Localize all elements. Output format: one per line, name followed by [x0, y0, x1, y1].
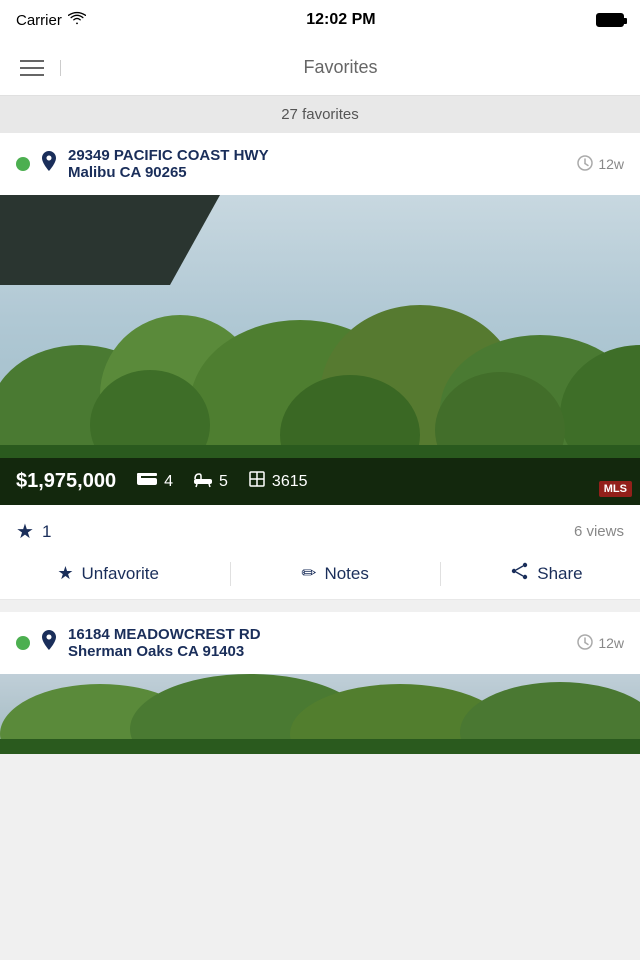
views-stats: ★ 1 6 views — [16, 519, 624, 544]
beds-count: 4 — [164, 473, 173, 491]
battery-icon — [596, 13, 624, 27]
location-icon-2 — [40, 630, 58, 657]
unfavorite-icon: ★ — [57, 563, 73, 584]
active-status-dot-2 — [16, 636, 30, 650]
bath-icon — [193, 470, 213, 493]
status-bar: Carrier 12:02 PM — [0, 0, 640, 40]
action-row-1: ★ 1 6 views ★ Unfavorite ✏ Notes — [0, 505, 640, 600]
share-button[interactable]: Share — [499, 558, 594, 589]
address-line1: 29349 PACIFIC COAST HWY — [68, 147, 567, 164]
property-image-1[interactable]: $1,975,000 4 — [0, 195, 640, 505]
sqft-value: 3615 — [272, 473, 308, 491]
carrier-label: Carrier — [16, 12, 62, 29]
page-title: Favorites — [61, 57, 620, 78]
listing-address-1: 29349 PACIFIC COAST HWY Malibu CA 90265 — [68, 147, 567, 181]
unfavorite-button[interactable]: ★ Unfavorite — [45, 559, 171, 588]
sqft-stat: 3615 — [248, 470, 308, 493]
listing-time-1: 12w — [577, 155, 624, 174]
address-line1-2: 16184 MEADOWCREST RD — [68, 626, 567, 643]
carrier-info: Carrier — [16, 11, 86, 29]
listing-card-1: 29349 PACIFIC COAST HWY Malibu CA 90265 … — [0, 133, 640, 600]
status-time: 12:02 PM — [306, 11, 375, 29]
unfavorite-label: Unfavorite — [81, 564, 158, 584]
beds-stat: 4 — [136, 471, 173, 492]
menu-line — [20, 67, 44, 69]
action-buttons: ★ Unfavorite ✏ Notes — [16, 558, 624, 589]
time-ago-label-2: 12w — [598, 635, 624, 651]
favorite-count: 1 — [42, 522, 51, 542]
action-divider — [230, 562, 231, 586]
time-ago-label: 12w — [598, 156, 624, 172]
listing-header-1[interactable]: 29349 PACIFIC COAST HWY Malibu CA 90265 … — [0, 133, 640, 195]
notes-icon: ✏ — [301, 563, 316, 584]
views-count: 6 views — [574, 523, 624, 540]
active-status-dot — [16, 157, 30, 171]
count-bar: 27 favorites — [0, 96, 640, 133]
menu-button[interactable] — [20, 60, 61, 76]
baths-count: 5 — [219, 473, 228, 491]
bed-icon — [136, 471, 158, 492]
clock-icon-2 — [577, 634, 593, 653]
price-bar: $1,975,000 4 — [0, 458, 640, 505]
address-line2: Malibu CA 90265 — [68, 164, 567, 181]
action-divider-2 — [440, 562, 441, 586]
clock-icon — [577, 155, 593, 174]
menu-line — [20, 74, 44, 76]
listing-time-2: 12w — [577, 634, 624, 653]
property-image-2-partial[interactable] — [0, 674, 640, 754]
mls-badge: MLS — [599, 481, 632, 497]
share-label: Share — [537, 564, 582, 584]
star-icon: ★ — [16, 519, 34, 544]
notes-label: Notes — [324, 564, 368, 584]
favorites-count: 27 favorites — [281, 106, 359, 123]
menu-line — [20, 60, 44, 62]
sqft-icon — [248, 470, 266, 493]
baths-stat: 5 — [193, 470, 228, 493]
header: Favorites — [0, 40, 640, 96]
listing-card-2: 16184 MEADOWCREST RD Sherman Oaks CA 914… — [0, 612, 640, 754]
location-icon — [40, 151, 58, 178]
share-icon — [511, 562, 529, 585]
notes-button[interactable]: ✏ Notes — [289, 559, 381, 588]
listing-header-2[interactable]: 16184 MEADOWCREST RD Sherman Oaks CA 914… — [0, 612, 640, 674]
listing-address-2: 16184 MEADOWCREST RD Sherman Oaks CA 914… — [68, 626, 567, 660]
wifi-icon — [68, 11, 86, 29]
listing-price: $1,975,000 — [16, 470, 116, 493]
address-line2-2: Sherman Oaks CA 91403 — [68, 643, 567, 660]
